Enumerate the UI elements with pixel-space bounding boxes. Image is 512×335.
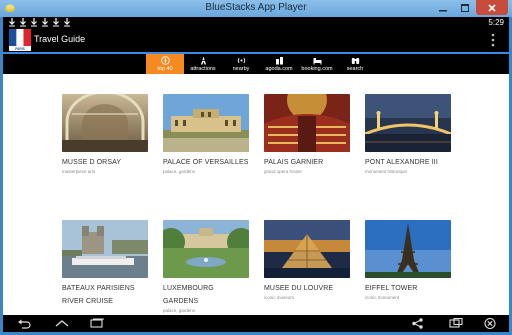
download-notification-icon bbox=[31, 18, 37, 27]
place-photo[interactable] bbox=[62, 220, 148, 278]
radar-icon bbox=[237, 57, 246, 64]
place-subtitle: masterpiece arts bbox=[62, 169, 96, 174]
flag-label: PARIS bbox=[15, 47, 25, 51]
tab-label: search bbox=[346, 66, 364, 72]
download-notification-icon bbox=[64, 18, 70, 27]
place-title: MUSEE DU LOUVRE bbox=[264, 285, 334, 292]
place-subtitle: iconic monument bbox=[365, 295, 400, 300]
download-notification-icon bbox=[20, 18, 26, 27]
place-subtitle: grand opera house bbox=[264, 169, 302, 174]
tab-search[interactable]: search bbox=[336, 54, 374, 74]
place-subtitle: palace, gardens bbox=[163, 308, 196, 313]
exit-icon[interactable] bbox=[483, 318, 497, 329]
place-title: PALAIS GARNIER bbox=[264, 159, 324, 166]
download-notification-icon bbox=[42, 18, 48, 27]
close-button[interactable] bbox=[476, 0, 508, 15]
place-photo[interactable] bbox=[264, 220, 350, 278]
place-photo[interactable] bbox=[62, 94, 148, 152]
paris-flag-icon[interactable]: PARIS bbox=[9, 29, 31, 51]
place-subtitle: monument historique bbox=[365, 169, 408, 174]
place-title: EIFFEL TOWER bbox=[365, 285, 418, 292]
place-photo[interactable] bbox=[163, 220, 249, 278]
status-bar: 5:29 bbox=[3, 17, 509, 28]
place-title: LUXEMBOURG GARDENS bbox=[163, 285, 214, 305]
tab-agoda-com[interactable]: agoda.com bbox=[260, 54, 298, 74]
tab-label: agoda.com bbox=[265, 66, 293, 72]
tab-booking-com[interactable]: booking.com bbox=[298, 54, 336, 74]
place-title: PALACE OF VERSAILLES bbox=[163, 159, 249, 166]
download-notification-icon bbox=[53, 18, 59, 27]
overflow-menu-icon[interactable] bbox=[491, 33, 495, 47]
android-screen: 5:29 PARIS Travel Guide top 40 attraction… bbox=[3, 17, 509, 332]
place-title-line2: RIVER CRUISE bbox=[62, 298, 113, 305]
place-subtitle: iconic museum bbox=[264, 295, 295, 300]
hotel-icon bbox=[276, 57, 283, 65]
place-title: MUSSE D ORSAY bbox=[62, 159, 122, 166]
place-card[interactable]: MUSSE D ORSAY masterpiece arts bbox=[62, 94, 148, 175]
close-icon bbox=[488, 3, 496, 12]
place-photo[interactable] bbox=[365, 94, 451, 152]
tab-top-40[interactable]: top 40 bbox=[146, 54, 184, 74]
place-title: BATEAUX PARISIENS bbox=[62, 285, 135, 292]
binoculars-icon bbox=[351, 58, 360, 64]
app-title: Travel Guide bbox=[34, 34, 86, 44]
app-bar: PARIS Travel Guide bbox=[3, 28, 509, 52]
tab-label: top 40 bbox=[157, 66, 173, 72]
android-nav-bar bbox=[3, 315, 509, 332]
maximize-button[interactable] bbox=[454, 0, 476, 15]
tower-icon bbox=[201, 56, 206, 65]
tab-attractions[interactable]: attractions bbox=[184, 54, 222, 74]
back-icon[interactable] bbox=[17, 318, 31, 329]
minimize-button[interactable] bbox=[432, 0, 454, 15]
notification-icons bbox=[8, 18, 71, 27]
window-titlebar: BlueStacks App Player bbox=[0, 0, 512, 17]
share-icon[interactable] bbox=[411, 318, 425, 329]
tab-label: booking.com bbox=[301, 66, 333, 72]
maximize-icon bbox=[461, 3, 469, 12]
status-clock: 5:29 bbox=[488, 18, 504, 27]
minimize-icon bbox=[439, 9, 447, 11]
recent-apps-icon[interactable] bbox=[90, 318, 104, 329]
place-title: PONT ALEXANDRE III bbox=[365, 159, 438, 166]
place-card[interactable]: PALAIS GARNIER grand opera house bbox=[264, 94, 350, 175]
tab-bar: top 40 attractions nearby agoda.com booking.… bbox=[3, 54, 509, 74]
place-card[interactable]: LUXEMBOURG GARDENS palace, gardens bbox=[163, 220, 249, 314]
bed-icon bbox=[313, 58, 322, 65]
tab-label: attractions bbox=[190, 66, 216, 72]
place-photo[interactable] bbox=[365, 220, 451, 278]
home-icon[interactable] bbox=[55, 318, 69, 329]
download-notification-icon bbox=[9, 18, 15, 27]
place-card[interactable]: PONT ALEXANDRE III monument historique bbox=[365, 94, 451, 175]
place-photo[interactable] bbox=[163, 94, 249, 152]
screen-size-icon[interactable] bbox=[449, 318, 463, 329]
place-subtitle: palace, gardens bbox=[163, 169, 196, 174]
place-card[interactable]: BATEAUX PARISIENS RIVER CRUISE bbox=[62, 220, 148, 308]
tab-nearby[interactable]: nearby bbox=[222, 54, 260, 74]
compass-icon bbox=[161, 56, 170, 65]
place-card[interactable]: MUSEE DU LOUVRE iconic museum bbox=[264, 220, 350, 301]
tab-label: nearby bbox=[232, 66, 250, 72]
place-card[interactable]: PALACE OF VERSAILLES palace, gardens bbox=[163, 94, 249, 175]
place-photo[interactable] bbox=[264, 94, 350, 152]
place-card[interactable]: EIFFEL TOWER iconic monument bbox=[365, 220, 451, 301]
